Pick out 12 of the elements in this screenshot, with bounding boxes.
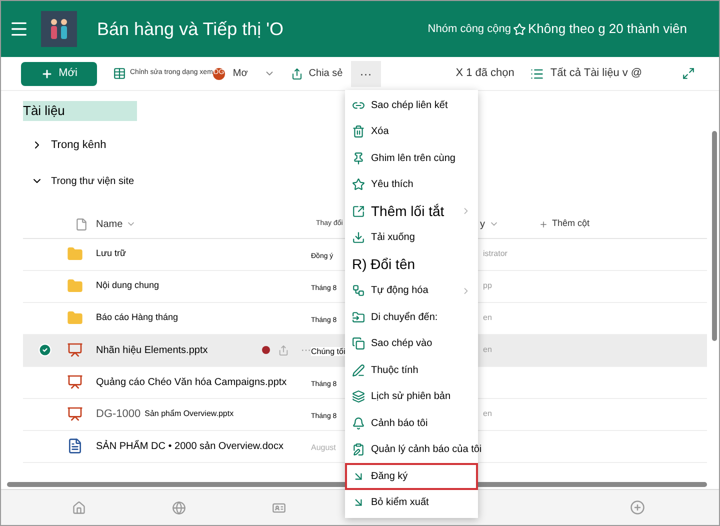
modified-by-cell: en [483,312,492,324]
group-type-label: Nhóm công cộng [428,22,511,37]
modified-cell: Chúng tối [311,347,346,356]
modified-by-cell: en [483,408,492,420]
file-name-prefix: DG-1000 [96,406,141,422]
modified-by-cell: istrator [483,248,508,260]
modified-cell: August [311,443,336,452]
page-title: Tài liệu [23,101,137,121]
modified-by-cell: pp [483,280,492,292]
site-title: Bán hàng và Tiếp thị 'O [97,18,284,41]
more-label: Mơ [232,67,248,81]
modified-by-cell: en [483,344,492,356]
